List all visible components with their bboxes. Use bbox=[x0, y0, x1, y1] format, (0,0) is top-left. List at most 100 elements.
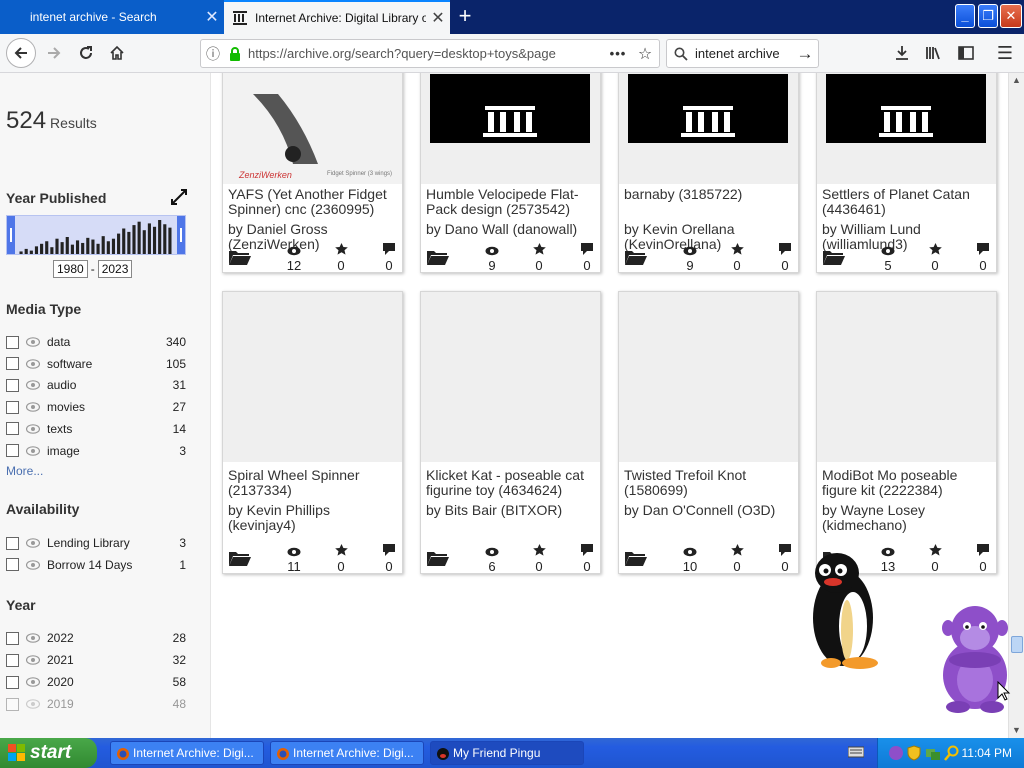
reload-button[interactable] bbox=[72, 39, 100, 67]
range-handle-end[interactable] bbox=[177, 216, 185, 254]
library-icon[interactable] bbox=[920, 40, 948, 66]
item-title[interactable]: Twisted Trefoil Knot (1580699) bbox=[624, 468, 796, 498]
eye-icon[interactable] bbox=[26, 337, 41, 347]
item-thumbnail[interactable] bbox=[421, 73, 600, 184]
back-button[interactable] bbox=[6, 38, 36, 68]
security-shield-icon[interactable] bbox=[907, 745, 921, 761]
forward-button[interactable] bbox=[40, 39, 68, 67]
checkbox[interactable] bbox=[6, 357, 19, 371]
item-thumbnail[interactable] bbox=[817, 73, 996, 184]
checkbox[interactable] bbox=[6, 675, 19, 689]
item-thumbnail[interactable]: ZenziWerken Fidget Spinner (3 wings) bbox=[223, 73, 402, 184]
facet-year-2020[interactable]: 2020 58 bbox=[6, 672, 186, 692]
item-title[interactable]: ModiBot Mo poseable figure kit (2222384) bbox=[822, 468, 994, 498]
eye-icon[interactable] bbox=[26, 655, 41, 665]
checkbox[interactable] bbox=[6, 631, 19, 645]
home-button[interactable] bbox=[103, 39, 131, 67]
eye-icon[interactable] bbox=[26, 699, 41, 709]
year-to-input[interactable]: 2023 bbox=[97, 260, 133, 278]
taskbar-item-archive-2[interactable]: Internet Archive: Digi... bbox=[270, 741, 424, 765]
tab-internet-archive[interactable]: Internet Archive: Digital Library of ✕ bbox=[224, 0, 450, 34]
facet-availability-lending-library[interactable]: Lending Library 3 bbox=[6, 533, 186, 553]
result-tile[interactable]: ModiBot Mo poseable figure kit (2222384)… bbox=[816, 291, 997, 574]
taskbar-item-archive-1[interactable]: Internet Archive: Digi... bbox=[110, 741, 264, 765]
maximize-button[interactable]: ❐ bbox=[978, 4, 998, 28]
result-tile[interactable]: Humble Velocipede Flat-Pack design (2573… bbox=[420, 73, 601, 273]
url-text[interactable]: https://archive.org/search?query=desktop… bbox=[245, 46, 605, 61]
facet-availability-borrow-14-days[interactable]: Borrow 14 Days 1 bbox=[6, 555, 186, 575]
scroll-down-icon[interactable]: ▼ bbox=[1009, 723, 1024, 738]
start-button[interactable]: start bbox=[0, 738, 97, 768]
network-icon[interactable] bbox=[925, 745, 941, 761]
facet-media-audio[interactable]: audio 31 bbox=[6, 375, 186, 395]
checkbox[interactable] bbox=[6, 335, 19, 349]
result-tile[interactable]: barnaby (3185722) by Kevin Orellana (Kevi… bbox=[618, 73, 799, 273]
address-bar[interactable]: ⓘ https://archive.org/search?query=deskt… bbox=[200, 39, 660, 68]
result-tile[interactable]: ZenziWerken Fidget Spinner (3 wings) YAFS … bbox=[222, 73, 403, 273]
item-thumbnail[interactable] bbox=[223, 292, 402, 462]
item-title[interactable]: Klicket Kat - poseable cat figurine toy … bbox=[426, 468, 598, 498]
facet-media-data[interactable]: data 340 bbox=[6, 332, 186, 352]
hamburger-menu-icon[interactable]: ☰ bbox=[991, 40, 1019, 66]
pingu-character[interactable] bbox=[805, 548, 885, 678]
item-thumbnail[interactable] bbox=[817, 292, 996, 462]
bookmark-star-icon[interactable]: ☆ bbox=[631, 44, 659, 64]
expand-icon[interactable] bbox=[171, 189, 187, 205]
minimize-button[interactable]: _ bbox=[955, 4, 975, 28]
eye-icon[interactable] bbox=[26, 358, 41, 369]
checkbox[interactable] bbox=[6, 444, 19, 457]
item-title[interactable]: barnaby (3185722) bbox=[624, 187, 796, 202]
checkbox[interactable] bbox=[6, 697, 19, 711]
facet-media-image[interactable]: image 3 bbox=[6, 441, 186, 461]
lock-icon[interactable] bbox=[225, 46, 245, 61]
sidebar-toggle-icon[interactable] bbox=[952, 40, 980, 66]
checkbox[interactable] bbox=[6, 378, 19, 392]
checkbox[interactable] bbox=[6, 400, 19, 414]
facet-year-2021[interactable]: 2021 32 bbox=[6, 650, 186, 670]
item-thumbnail[interactable] bbox=[619, 73, 798, 184]
eye-icon[interactable] bbox=[26, 538, 41, 548]
checkbox[interactable] bbox=[6, 558, 19, 571]
bonzi-tray-icon[interactable] bbox=[888, 745, 904, 761]
close-icon[interactable]: ✕ bbox=[200, 7, 224, 27]
eye-icon[interactable] bbox=[26, 633, 41, 643]
item-title[interactable]: Spiral Wheel Spinner (2137334) bbox=[228, 468, 400, 498]
scroll-up-icon[interactable]: ▲ bbox=[1009, 73, 1024, 88]
result-tile[interactable]: Spiral Wheel Spinner (2137334) by Kevin P… bbox=[222, 291, 403, 574]
item-title[interactable]: Humble Velocipede Flat-Pack design (2573… bbox=[426, 187, 598, 217]
eye-icon[interactable] bbox=[26, 677, 41, 687]
search-input[interactable]: intenet archive bbox=[695, 46, 792, 61]
eye-icon[interactable] bbox=[26, 445, 41, 456]
checkbox[interactable] bbox=[6, 422, 19, 436]
taskbar-item-pingu[interactable]: My Friend Pingu bbox=[430, 741, 584, 765]
facet-year-2019[interactable]: 2019 48 bbox=[6, 694, 186, 714]
facet-media-software[interactable]: software 105 bbox=[6, 354, 186, 374]
search-go-arrow-icon[interactable]: → bbox=[792, 44, 818, 64]
year-histogram[interactable] bbox=[6, 215, 186, 255]
facet-media-texts[interactable]: texts 14 bbox=[6, 419, 186, 439]
eye-icon[interactable] bbox=[26, 559, 41, 570]
facet-media-movies[interactable]: movies 27 bbox=[6, 397, 186, 417]
range-handle-start[interactable] bbox=[7, 216, 15, 254]
eye-icon[interactable] bbox=[26, 380, 41, 391]
download-icon[interactable] bbox=[888, 40, 916, 66]
item-title[interactable]: Settlers of Planet Catan (4436461) bbox=[822, 187, 994, 217]
tab-search[interactable]: intenet archive - Search ✕ bbox=[0, 0, 224, 34]
close-icon[interactable]: ✕ bbox=[426, 8, 450, 28]
checkbox[interactable] bbox=[6, 653, 19, 667]
info-icon[interactable]: ⓘ bbox=[201, 44, 225, 64]
keyboard-icon[interactable] bbox=[848, 746, 864, 758]
close-window-button[interactable]: ✕ bbox=[1000, 4, 1022, 28]
eye-icon[interactable] bbox=[26, 402, 41, 412]
eye-icon[interactable] bbox=[26, 423, 41, 434]
item-thumbnail[interactable] bbox=[421, 292, 600, 462]
item-thumbnail[interactable] bbox=[619, 292, 798, 462]
new-tab-button[interactable]: + bbox=[452, 4, 478, 30]
checkbox[interactable] bbox=[6, 536, 19, 550]
search-bar[interactable]: intenet archive → bbox=[666, 39, 819, 68]
result-tile[interactable]: Twisted Trefoil Knot (1580699) by Dan O'C… bbox=[618, 291, 799, 574]
year-from-input[interactable]: 1980 bbox=[53, 260, 88, 278]
search-tray-icon[interactable] bbox=[944, 745, 960, 761]
more-link[interactable]: More... bbox=[6, 464, 43, 478]
result-tile[interactable]: Settlers of Planet Catan (4436461) by Wil… bbox=[816, 73, 997, 273]
